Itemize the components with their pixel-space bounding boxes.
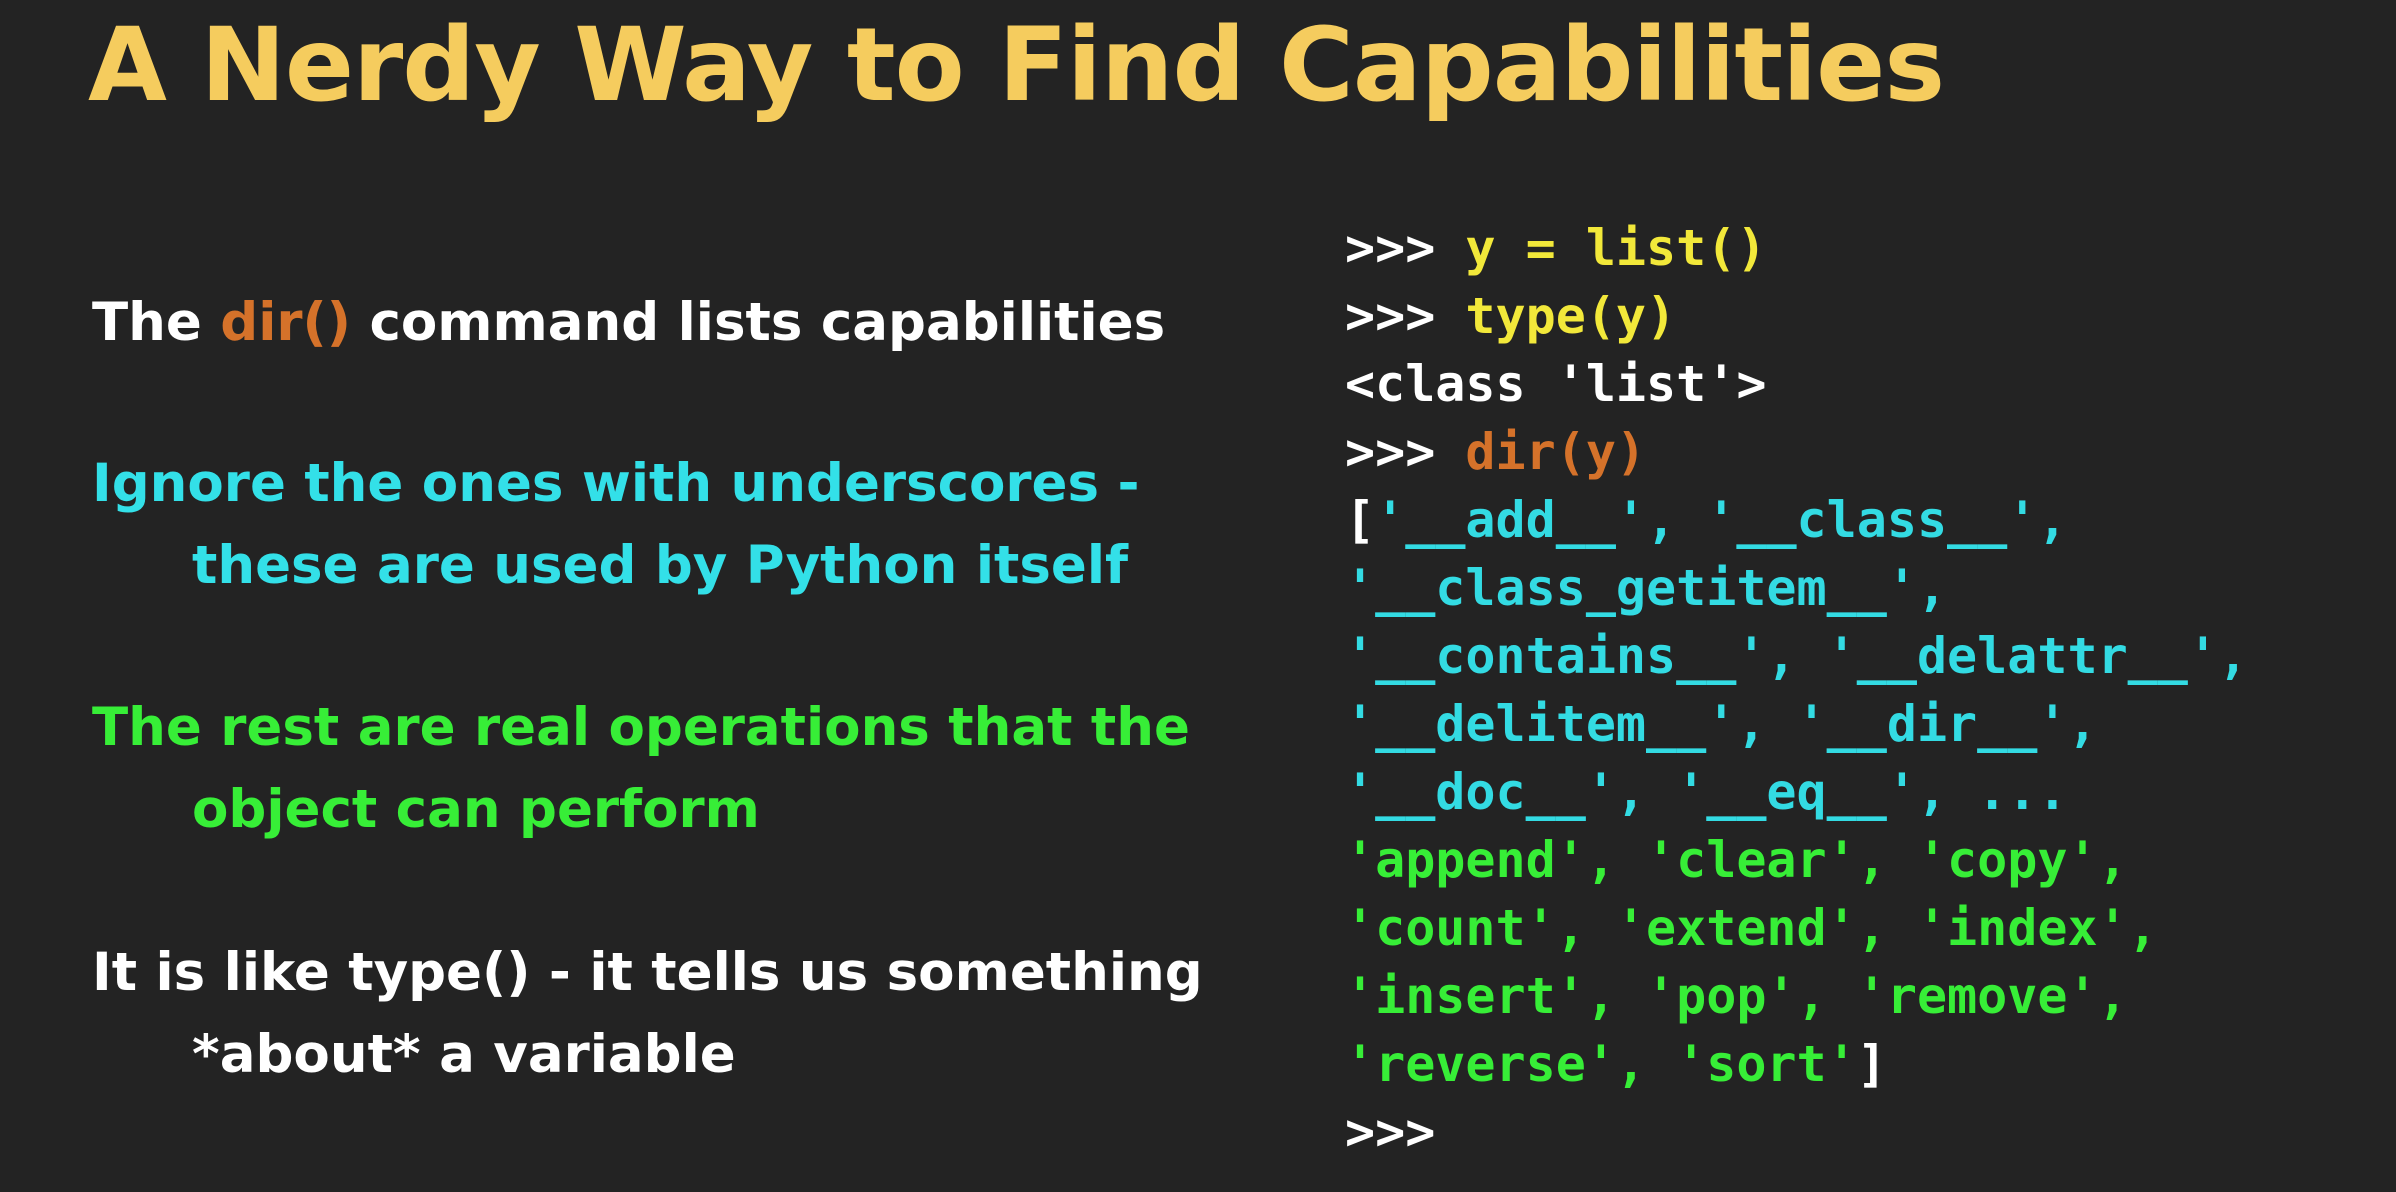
console-output: <class 'list'> <box>1345 355 1767 413</box>
dunder-methods: '__add__', '__class__', <box>1375 491 2068 549</box>
console-line: >>> type(y) <box>1345 282 2248 350</box>
console-input: dir(y) <box>1465 423 1647 481</box>
console-line: >>> y = list() <box>1345 214 2248 282</box>
bullet-line: these are used by Python itself <box>192 535 1129 596</box>
bullet-dir-command: The dir() command lists capabilities <box>92 282 1165 364</box>
console-input: y = list() <box>1465 219 1767 277</box>
bullet-line: *about* a variable <box>192 1024 736 1085</box>
bullet-line: The rest are real operations that the <box>92 697 1190 758</box>
prompt: >>> <box>1345 423 1466 481</box>
python-console: >>> y = list() >>> type(y) <class 'list'> >… <box>1345 214 2248 1166</box>
console-output: ['__add__', '__class__', <box>1345 486 2248 554</box>
bullet-text: The <box>92 292 221 353</box>
bullet-real-operations: The rest are real operations that the ob… <box>92 687 1190 851</box>
dunder-methods: '__delitem__', '__dir__', <box>1345 695 2098 753</box>
dir-keyword: dir() <box>220 292 351 353</box>
list-methods: 'count', 'extend', 'index', <box>1345 899 2158 957</box>
console-input: type(y) <box>1465 287 1677 345</box>
open-bracket: [ <box>1345 491 1376 549</box>
console-line: >>> dir(y) <box>1345 418 2248 486</box>
final-prompt: >>> <box>1345 1103 1436 1161</box>
dunder-methods: '__contains__', '__delattr__', <box>1345 627 2249 685</box>
prompt: >>> <box>1345 219 1466 277</box>
bullet-line: It is like type() - it tells us somethin… <box>92 942 1203 1003</box>
close-bracket: ] <box>1856 1035 1887 1093</box>
bullet-text: command lists capabilities <box>351 292 1166 353</box>
bullet-like-type: It is like type() - it tells us somethin… <box>92 932 1203 1096</box>
bullet-line: Ignore the ones with underscores - <box>92 453 1140 514</box>
prompt: >>> <box>1345 287 1466 345</box>
console-output: 'reverse', 'sort'] <box>1345 1030 2248 1098</box>
list-methods: 'insert', 'pop', 'remove', <box>1345 967 2128 1025</box>
list-methods: 'append', 'clear', 'copy', <box>1345 831 2128 889</box>
slide-title: A Nerdy Way to Find Capabilities <box>88 6 1945 125</box>
dunder-methods: '__class_getitem__', <box>1345 559 1948 617</box>
bullet-ignore-underscores: Ignore the ones with underscores - these… <box>92 443 1139 607</box>
slide: A Nerdy Way to Find Capabilities The dir… <box>0 0 2396 1192</box>
dunder-methods: '__doc__', '__eq__', ... <box>1345 763 2068 821</box>
bullet-line: object can perform <box>192 779 760 840</box>
list-methods: 'reverse', 'sort' <box>1345 1035 1857 1093</box>
